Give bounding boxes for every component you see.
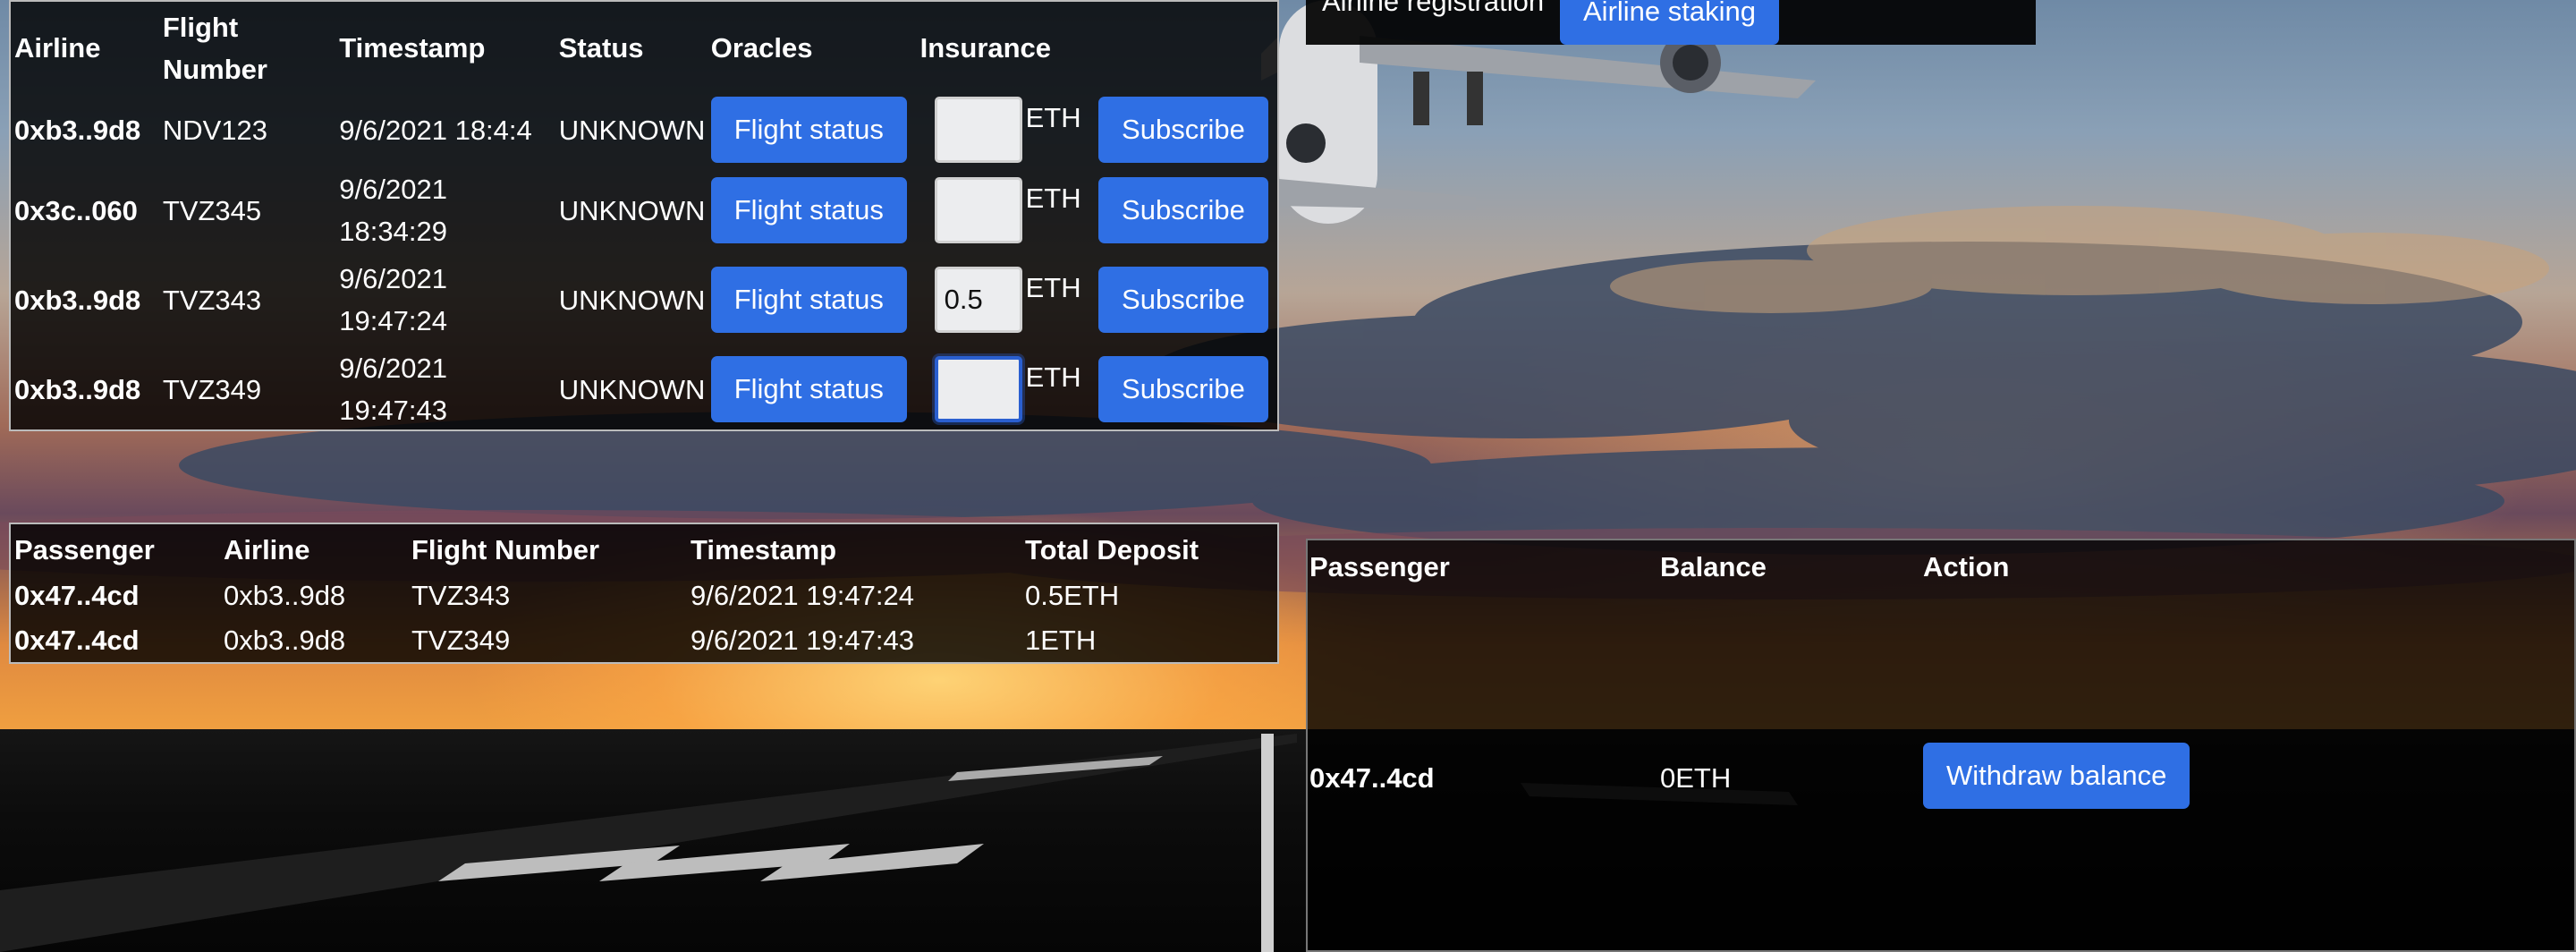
header-insurance: Insurance (919, 32, 1052, 64)
deposits-panel: Passenger Airline Flight Number Timestam… (9, 523, 1279, 664)
subscribe-button[interactable]: Subscribe (1098, 267, 1268, 333)
flight-timestamp-date: 9/6/2021 (339, 263, 447, 294)
flight-number: TVZ349 (162, 373, 262, 405)
insurance-cell: ETH (920, 255, 1098, 344)
insurance-amount-input[interactable] (934, 97, 1022, 163)
balances-header-row: Passenger Balance Action (1309, 546, 2562, 591)
header-balance: Balance (1660, 551, 1767, 582)
deposit-passenger: 0x47..4cd (14, 579, 140, 611)
deposit-airline: 0xb3..9d8 (224, 579, 346, 611)
flight-timestamp: 9/6/2021 19:47:24 (339, 255, 558, 344)
header-passenger: Passenger (14, 533, 155, 565)
subscribe-button[interactable]: Subscribe (1098, 177, 1268, 243)
insurance-cell: ETH (920, 94, 1098, 166)
insurance-amount-input[interactable] (934, 267, 1022, 333)
deposit-timestamp: 9/6/2021 19:47:24 (691, 579, 914, 611)
insurance-cell: ETH (920, 344, 1098, 434)
insurance-unit: ETH (1025, 102, 1081, 133)
header-flight-number: Flight Number (163, 2, 339, 94)
header-timestamp: Timestamp (339, 32, 486, 64)
header-oracles: Oracles (710, 32, 813, 64)
insurance-unit: ETH (1025, 183, 1081, 214)
flight-number: NDV123 (162, 114, 268, 146)
deposit-passenger: 0x47..4cd (14, 624, 140, 656)
flight-status: UNKNOWN (558, 114, 706, 146)
table-row: 0x47..4cd 0ETH Withdraw balance (1309, 743, 2562, 814)
flight-timestamp-date: 9/6/2021 (339, 353, 447, 384)
flight-status: UNKNOWN (558, 194, 706, 226)
flights-table: Airline Flight Number Timestamp Status O… (14, 2, 1277, 434)
insurance-unit: ETH (1025, 272, 1081, 303)
flight-timestamp: 9/6/2021 18:34:29 (339, 166, 558, 255)
deposit-flight: TVZ343 (411, 579, 511, 611)
flight-timestamp: 9/6/2021 19:47:43 (339, 344, 558, 434)
header-action: Action (1923, 551, 2010, 582)
airline-registration-label: Airline registration (1322, 0, 1545, 17)
withdraw-balance-button[interactable]: Withdraw balance (1923, 743, 2190, 809)
insurance-amount-input[interactable] (934, 177, 1022, 243)
airline-registration-bar: Airline registration Airline staking (1306, 0, 2036, 45)
flight-timestamp-time: 19:47:24 (339, 305, 447, 336)
subscribe-cell: Subscribe (1098, 166, 1277, 255)
table-row: 0xb3..9d8 TVZ343 9/6/2021 19:47:24 UNKNOW… (14, 255, 1277, 344)
deposit-timestamp: 9/6/2021 19:47:43 (691, 624, 914, 656)
flights-header-row: Airline Flight Number Timestamp Status O… (14, 2, 1277, 94)
subscribe-cell: Subscribe (1098, 94, 1277, 166)
subscribe-button[interactable]: Subscribe (1098, 97, 1268, 163)
deposit-total: 1ETH (1025, 624, 1097, 656)
header-passenger: Passenger (1309, 551, 1450, 582)
flight-timestamp-time: 18:34:29 (339, 216, 447, 247)
flight-status-button[interactable]: Flight status (710, 356, 907, 422)
airline-staking-button[interactable]: Airline staking (1560, 0, 1779, 45)
flight-airline: 0xb3..9d8 (14, 373, 141, 405)
table-row: 0xb3..9d8 TVZ349 9/6/2021 19:47:43 UNKNOW… (14, 344, 1277, 434)
flight-timestamp-date: 9/6/2021 (339, 174, 447, 205)
header-total-deposit: Total Deposit (1025, 533, 1199, 565)
header-flight-line2: Number (162, 53, 267, 85)
flight-status: UNKNOWN (558, 284, 706, 316)
header-airline: Airline (224, 533, 310, 565)
flight-airline: 0x3c..060 (14, 194, 138, 226)
flight-status: UNKNOWN (558, 373, 706, 405)
deposits-header-row: Passenger Airline Flight Number Timestam… (14, 526, 1275, 573)
deposit-flight: TVZ349 (411, 624, 511, 656)
table-row: 0xb3..9d8 NDV123 9/6/2021 18:4:4 UNKNOWN… (14, 94, 1277, 166)
header-flight-number: Flight Number (411, 533, 600, 565)
flight-timestamp-time: 19:47:43 (339, 395, 447, 426)
header-airline: Airline (14, 32, 101, 64)
subscribe-cell: Subscribe (1098, 344, 1277, 434)
balances-panel: Passenger Balance Action 0x47..4cd 0ETH … (1306, 539, 2576, 952)
oracle-cell: Flight status (710, 94, 920, 166)
deposit-total: 0.5ETH (1025, 579, 1120, 611)
flight-timestamp-date: 9/6/2021 18:4:4 (339, 114, 532, 146)
flight-status-button[interactable]: Flight status (710, 177, 907, 243)
balance-passenger: 0x47..4cd (1309, 762, 1435, 794)
flights-panel: Airline Flight Number Timestamp Status O… (9, 0, 1279, 431)
table-row: 0x3c..060 TVZ345 9/6/2021 18:34:29 UNKNOW… (14, 166, 1277, 255)
table-row: 0x47..4cd 0xb3..9d8 TVZ349 9/6/2021 19:4… (14, 617, 1275, 662)
insurance-unit: ETH (1025, 361, 1081, 393)
flight-number: TVZ343 (162, 284, 262, 316)
subscribe-button[interactable]: Subscribe (1098, 356, 1268, 422)
balance-amount: 0ETH (1660, 762, 1732, 794)
insurance-amount-input[interactable] (934, 356, 1022, 422)
flight-airline: 0xb3..9d8 (14, 284, 141, 316)
header-status: Status (558, 32, 644, 64)
flight-status-button[interactable]: Flight status (710, 97, 907, 163)
flight-number: TVZ345 (162, 194, 262, 226)
subscribe-cell: Subscribe (1098, 255, 1277, 344)
insurance-cell: ETH (920, 166, 1098, 255)
deposit-airline: 0xb3..9d8 (224, 624, 346, 656)
table-row: 0x47..4cd 0xb3..9d8 TVZ343 9/6/2021 19:4… (14, 573, 1275, 617)
oracle-cell: Flight status (710, 344, 920, 434)
deposits-table: Passenger Airline Flight Number Timestam… (14, 526, 1275, 662)
flight-status-button[interactable]: Flight status (710, 267, 907, 333)
header-timestamp: Timestamp (691, 533, 837, 565)
oracle-cell: Flight status (710, 166, 920, 255)
header-flight-line1: Flight (162, 11, 239, 43)
oracle-cell: Flight status (710, 255, 920, 344)
flight-timestamp: 9/6/2021 18:4:4 (339, 94, 558, 166)
flight-airline: 0xb3..9d8 (14, 114, 141, 146)
